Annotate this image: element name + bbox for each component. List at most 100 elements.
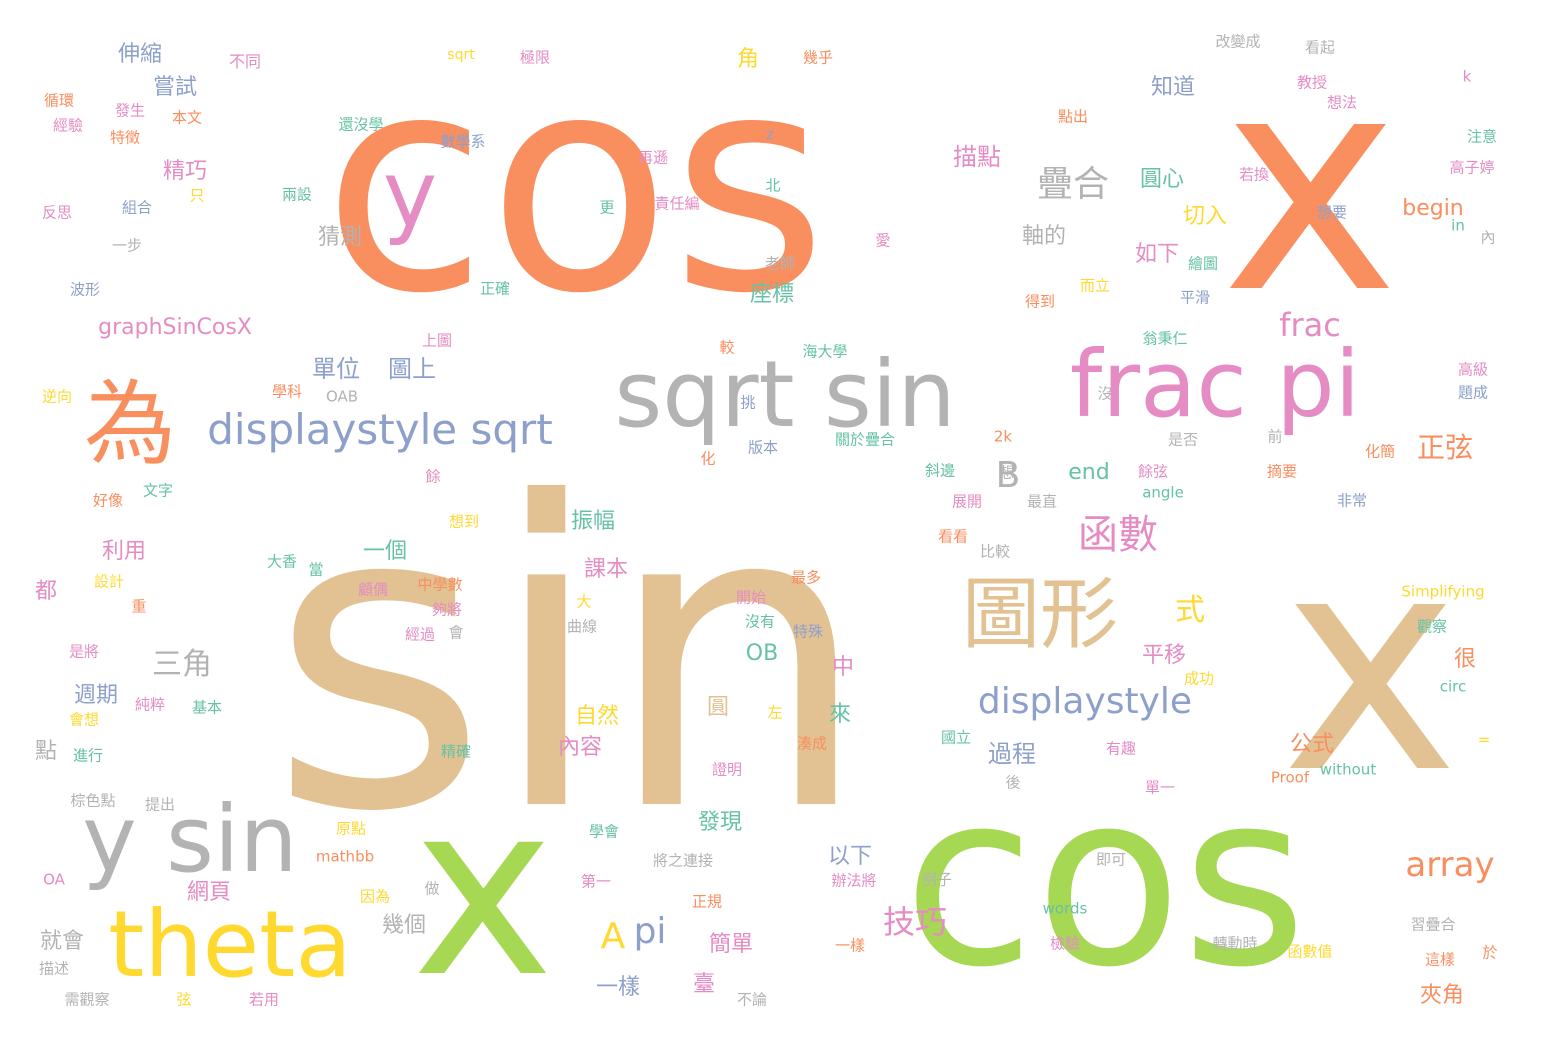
cloud-word: in bbox=[1451, 216, 1465, 235]
cloud-word: frac pi bbox=[1069, 331, 1361, 438]
cloud-word: 提出 bbox=[144, 795, 176, 814]
cloud-word: 都 bbox=[34, 579, 58, 604]
cloud-word: 正規 bbox=[691, 892, 723, 911]
cloud-word: 自然 bbox=[574, 704, 620, 729]
cloud-word: 夾角 bbox=[1419, 983, 1465, 1008]
cloud-word: 想到 bbox=[448, 512, 480, 531]
cloud-word: 北 bbox=[765, 176, 781, 195]
cloud-word: 嘗試 bbox=[152, 75, 198, 100]
cloud-word: 單位 bbox=[312, 355, 360, 383]
cloud-word: 而立 bbox=[1079, 276, 1111, 295]
cloud-word: 高級 bbox=[1457, 360, 1489, 379]
cloud-word: 猜測 bbox=[317, 225, 363, 250]
cloud-word: 老師 bbox=[764, 254, 796, 273]
cloud-word: 不論 bbox=[736, 990, 768, 1009]
cloud-word: 學會 bbox=[588, 822, 620, 841]
cloud-word: 比較 bbox=[979, 542, 1011, 561]
cloud-word: frac bbox=[1279, 306, 1341, 344]
cloud-word: 重 bbox=[131, 597, 147, 616]
cloud-word: 伸縮 bbox=[117, 42, 163, 67]
cloud-word: 波形 bbox=[69, 280, 101, 299]
cloud-word: 設計 bbox=[93, 572, 125, 591]
cloud-word: 大香 bbox=[266, 552, 298, 571]
cloud-word: 一樣 bbox=[595, 975, 641, 1000]
cloud-word: 一步 bbox=[111, 236, 143, 255]
cloud-word: 只 bbox=[189, 186, 205, 205]
cloud-word: 非常 bbox=[1336, 491, 1368, 510]
cloud-word: 來 bbox=[828, 702, 852, 727]
cloud-word: 愛 bbox=[875, 231, 891, 250]
cloud-word: 沒 bbox=[1097, 384, 1113, 403]
cloud-word: 檢驗 bbox=[1049, 934, 1081, 953]
cloud-word: Proof bbox=[1270, 768, 1310, 787]
cloud-word: 振幅 bbox=[570, 509, 616, 534]
cloud-word: 極限 bbox=[519, 48, 551, 67]
cloud-word: 課本 bbox=[583, 557, 629, 582]
cloud-word: 特徵 bbox=[109, 128, 141, 147]
cloud-word: 內容 bbox=[557, 735, 603, 760]
cloud-word: 第一 bbox=[580, 872, 612, 891]
cloud-word: pi bbox=[633, 911, 667, 952]
cloud-word: 圓心 bbox=[1139, 167, 1185, 192]
cloud-word: 斜邊 bbox=[924, 461, 956, 480]
cloud-word: 弦 bbox=[176, 990, 192, 1009]
cloud-word: 大 bbox=[576, 592, 592, 611]
cloud-word: 技巧 bbox=[882, 903, 948, 941]
cloud-word: 式 bbox=[1175, 593, 1205, 628]
cloud-word: 好像 bbox=[92, 491, 124, 510]
cloud-word: 因為 bbox=[359, 887, 391, 906]
cloud-word: 圓 bbox=[706, 695, 730, 720]
cloud-word: 一個 bbox=[362, 539, 408, 564]
cloud-word: 2k bbox=[993, 427, 1013, 446]
cloud-word: 海大學 bbox=[802, 342, 848, 361]
cloud-word: 想 bbox=[999, 463, 1015, 482]
cloud-word: 曲線 bbox=[566, 617, 598, 636]
cloud-word: 簡單 bbox=[708, 932, 754, 957]
cloud-word: 改變成 bbox=[1215, 32, 1261, 51]
cloud-word: z bbox=[766, 125, 774, 144]
cloud-word: 經過 bbox=[404, 625, 436, 644]
cloud-word: 點 bbox=[34, 739, 58, 764]
cloud-word: 進行 bbox=[72, 746, 104, 765]
cloud-word: 挑 bbox=[740, 393, 756, 412]
cloud-word: 正確 bbox=[479, 279, 511, 298]
cloud-word: 是將 bbox=[68, 642, 100, 661]
cloud-word: 圖上 bbox=[388, 355, 436, 383]
cloud-word: 逆向 bbox=[41, 387, 73, 406]
cloud-word: 夠將 bbox=[431, 600, 463, 619]
cloud-word: 有趣 bbox=[1105, 739, 1137, 758]
cloud-word: 國立 bbox=[940, 728, 972, 747]
cloud-word: 週期 bbox=[73, 683, 119, 708]
cloud-word: theta bbox=[108, 891, 352, 998]
cloud-word: 例子 bbox=[921, 870, 953, 889]
cloud-word: graphSinCosX bbox=[98, 315, 252, 340]
cloud-word: 是否 bbox=[1167, 430, 1199, 449]
cloud-word: 沒有 bbox=[744, 612, 776, 631]
cloud-word: mathbb bbox=[315, 847, 375, 866]
cloud-word: 公式 bbox=[1289, 732, 1335, 757]
cloud-word: 摘要 bbox=[1266, 462, 1298, 481]
cloud-word: 本文 bbox=[171, 108, 203, 127]
cloud-word: 翁秉仁 bbox=[1142, 329, 1188, 348]
cloud-word: 平滑 bbox=[1179, 288, 1211, 307]
cloud-word: 化 bbox=[700, 449, 716, 468]
cloud-word: array bbox=[1405, 845, 1495, 885]
cloud-word: 轉動時 bbox=[1212, 934, 1258, 953]
cloud-word: 軸的 bbox=[1021, 224, 1067, 249]
cloud-word: 看看 bbox=[937, 527, 969, 546]
cloud-word: 於 bbox=[1482, 943, 1498, 962]
cloud-word: 想法 bbox=[1326, 93, 1358, 112]
cloud-word: 平移 bbox=[1141, 643, 1187, 668]
cloud-word: 看起 bbox=[1304, 38, 1336, 57]
cloud-word: 函數 bbox=[1078, 512, 1158, 558]
cloud-word: 不同 bbox=[228, 52, 262, 71]
cloud-word: 將之連接 bbox=[652, 851, 714, 870]
cloud-word: 後 bbox=[1005, 773, 1021, 792]
cloud-word: 過程 bbox=[988, 740, 1036, 768]
cloud-word: 更 bbox=[599, 198, 615, 217]
cloud-word: 再遜 bbox=[637, 148, 669, 167]
cloud-word: words bbox=[1042, 899, 1088, 918]
cloud-word: 文字 bbox=[142, 481, 174, 500]
cloud-word: 注意 bbox=[1466, 127, 1498, 146]
cloud-word: y bbox=[382, 141, 438, 248]
